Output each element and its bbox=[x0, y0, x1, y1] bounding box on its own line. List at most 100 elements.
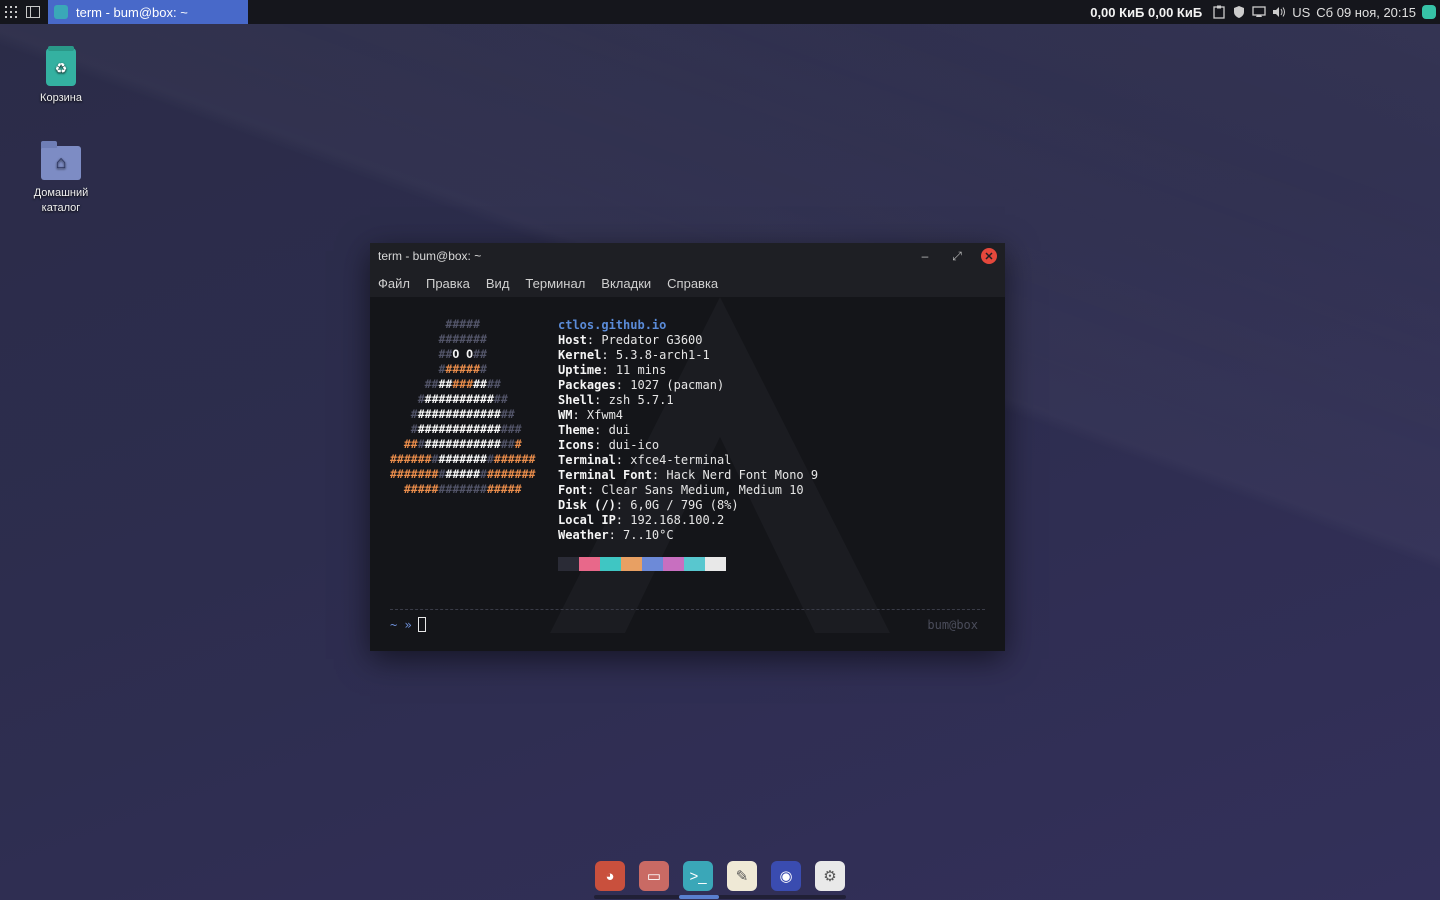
window-title: term - bum@box: ~ bbox=[378, 249, 482, 263]
info-separator: : bbox=[601, 348, 616, 362]
ascii-logo-segment: ####### bbox=[438, 452, 487, 466]
ascii-logo-segment: ## bbox=[500, 437, 515, 451]
volume-icon[interactable] bbox=[1272, 5, 1286, 19]
ascii-logo-line: ####### bbox=[390, 362, 535, 377]
ascii-logo-segment: ## bbox=[473, 377, 487, 391]
info-key: WM bbox=[558, 408, 573, 422]
maximize-icon[interactable]: ⤢ bbox=[949, 248, 965, 264]
ascii-logo-segment: ############ bbox=[417, 422, 501, 436]
info-row: Icons: dui-ico bbox=[558, 438, 818, 453]
desktop-icon-trash[interactable]: ♻ Корзина bbox=[16, 46, 106, 104]
info-key: Terminal bbox=[558, 453, 616, 467]
ascii-logo-segment: ## bbox=[473, 347, 487, 361]
system-tray: 0,00 КиБ 0,00 КиБ US Сб 09 ноя, 20:15 bbox=[1090, 0, 1440, 24]
info-value: xfce4-terminal bbox=[630, 453, 732, 467]
display-icon[interactable] bbox=[1252, 5, 1266, 19]
info-row: WM: Xfwm4 bbox=[558, 408, 818, 423]
dock-browser-chromium-icon[interactable]: ◕ bbox=[595, 861, 625, 891]
taskbar-button-terminal[interactable]: term - bum@box: ~ bbox=[48, 0, 248, 24]
ascii-logo-line: ############### bbox=[390, 407, 535, 422]
dock-text-editor-icon[interactable]: ✎ bbox=[727, 861, 757, 891]
info-value: zsh 5.7.1 bbox=[608, 393, 674, 407]
ascii-logo-segment: # bbox=[480, 467, 487, 481]
desktop-icon-label: Домашний каталог bbox=[33, 187, 89, 214]
info-row: Theme: dui bbox=[558, 423, 818, 438]
menu-bar: Файл Правка Вид Терминал Вкладки Справка bbox=[370, 269, 1005, 297]
palette-swatch bbox=[579, 557, 600, 571]
ascii-logo-segment: ########### bbox=[424, 437, 501, 451]
info-key: Packages bbox=[558, 378, 616, 392]
home-folder-icon: ⌂ bbox=[41, 141, 81, 180]
desktop-icon-home[interactable]: ⌂ Домашний каталог bbox=[16, 141, 106, 216]
ascii-logo-segment: ## bbox=[403, 437, 418, 451]
info-key: Shell bbox=[558, 393, 595, 407]
ascii-logo-line: ########### bbox=[390, 377, 535, 392]
menu-help[interactable]: Справка bbox=[667, 276, 718, 291]
info-value: dui bbox=[608, 423, 631, 437]
info-separator: : bbox=[586, 483, 602, 497]
info-row: Kernel: 5.3.8-arch1-1 bbox=[558, 348, 818, 363]
dock-terminal-icon[interactable]: >_ bbox=[683, 861, 713, 891]
ascii-logo-line: ##################### bbox=[390, 452, 535, 467]
info-value: 6,0G / 79G (8%) bbox=[630, 498, 739, 512]
ascii-logo-segment: # bbox=[480, 362, 487, 376]
dock-file-manager-icon[interactable]: ▭ bbox=[639, 861, 669, 891]
window-list-icon[interactable] bbox=[22, 0, 44, 24]
trash-icon: ♻ bbox=[46, 46, 76, 86]
ascii-logo-segment: ## bbox=[493, 392, 508, 406]
dock-active-indicator bbox=[679, 895, 719, 899]
info-value: 11 mins bbox=[615, 363, 667, 377]
ascii-logo-segment: O O bbox=[452, 347, 474, 361]
desktop-icon-label: Корзина bbox=[40, 92, 82, 104]
clipboard-icon[interactable] bbox=[1212, 5, 1226, 19]
palette-swatch bbox=[600, 557, 621, 571]
ascii-logo-line: ##O O## bbox=[390, 347, 535, 362]
info-separator: : bbox=[594, 423, 609, 437]
info-value: Predator G3600 bbox=[601, 333, 703, 347]
terminal-content[interactable]: ##### ####### ##O O## ####### ##########… bbox=[370, 297, 1005, 651]
top-panel: term - bum@box: ~ 0,00 КиБ 0,00 КиБ US С… bbox=[0, 0, 1440, 24]
keyboard-layout[interactable]: US bbox=[1292, 5, 1310, 20]
shield-icon[interactable] bbox=[1232, 5, 1246, 19]
menu-file[interactable]: Файл bbox=[378, 276, 410, 291]
palette-swatch bbox=[705, 557, 726, 571]
ascii-logo-segment: ## bbox=[500, 407, 515, 421]
apps-grid-icon[interactable] bbox=[0, 0, 22, 24]
network-speed: 0,00 КиБ 0,00 КиБ bbox=[1090, 4, 1203, 20]
window-titlebar[interactable]: term - bum@box: ~ – ⤢ ✕ bbox=[370, 243, 1005, 269]
palette-swatch bbox=[663, 557, 684, 571]
ascii-logo-segment: ### bbox=[500, 422, 522, 436]
update-icon[interactable] bbox=[1422, 5, 1436, 19]
palette-swatch bbox=[558, 557, 579, 571]
info-key: Terminal Font bbox=[558, 468, 652, 482]
shell-prompt: ~ » bbox=[390, 617, 426, 632]
info-separator: : bbox=[608, 528, 624, 542]
info-value: 192.168.100.2 bbox=[630, 513, 725, 527]
info-value: Hack Nerd Font Mono 9 bbox=[666, 468, 819, 482]
ascii-logo-segment: ## bbox=[438, 377, 453, 391]
info-row: Weather: 7..10°C bbox=[558, 528, 818, 543]
info-key: Icons bbox=[558, 438, 595, 452]
close-icon[interactable]: ✕ bbox=[981, 248, 997, 264]
info-separator: : bbox=[594, 393, 609, 407]
ascii-logo-line: ##### bbox=[390, 317, 535, 332]
menu-tabs[interactable]: Вкладки bbox=[601, 276, 651, 291]
menu-view[interactable]: Вид bbox=[486, 276, 510, 291]
info-row: Shell: zsh 5.7.1 bbox=[558, 393, 818, 408]
dock-firefox-icon[interactable]: ◉ bbox=[771, 861, 801, 891]
ascii-logo: ##### ####### ##O O## ####### ##########… bbox=[390, 317, 535, 497]
menu-terminal[interactable]: Терминал bbox=[525, 276, 585, 291]
info-separator: : bbox=[601, 363, 616, 377]
ascii-logo-segment: ###### bbox=[493, 452, 536, 466]
clock[interactable]: Сб 09 ноя, 20:15 bbox=[1316, 5, 1416, 20]
system-info: ctlos.github.io Host: Predator G3600 Kern… bbox=[558, 318, 818, 543]
ascii-logo-segment: ## bbox=[424, 377, 439, 391]
ascii-logo-segment: ##### bbox=[445, 317, 481, 331]
info-key: Kernel bbox=[558, 348, 602, 362]
info-key: Weather bbox=[558, 528, 609, 542]
ascii-logo-line: ################ bbox=[390, 422, 535, 437]
prompt-symbol: ~ » bbox=[390, 617, 412, 632]
menu-edit[interactable]: Правка bbox=[426, 276, 470, 291]
dock-settings-icon[interactable]: ⚙ bbox=[815, 861, 845, 891]
minimize-icon[interactable]: – bbox=[917, 248, 933, 264]
